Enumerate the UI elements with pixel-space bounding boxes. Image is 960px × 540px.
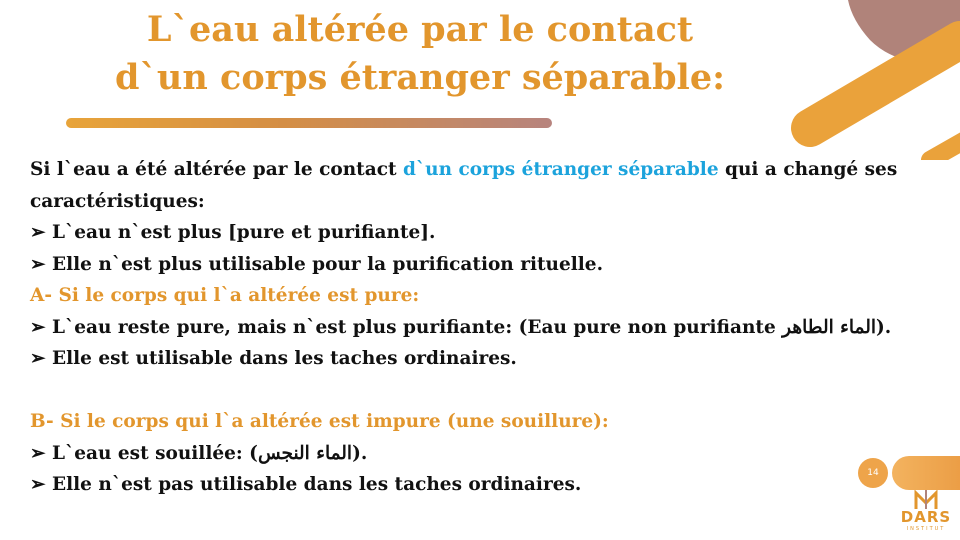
logo-subtext: INSTITUT bbox=[906, 526, 946, 532]
bullet-item: ➢ Elle n`est pas utilisable dans les tach… bbox=[30, 469, 940, 501]
bullet-item: ➢ L`eau n`est plus [pure et purifiante]. bbox=[30, 217, 940, 249]
intro-highlight: d`un corps étranger séparable bbox=[402, 159, 719, 180]
bullet-text: Elle est utilisable dans les taches ordi… bbox=[52, 348, 517, 369]
intro-line-2: caractéristiques: bbox=[30, 190, 205, 212]
case-b-heading: B- Si le corps qui l`a altérée est impur… bbox=[30, 411, 609, 432]
bullet-arrow-icon: ➢ bbox=[30, 316, 46, 338]
bullet-text: L`eau est souillée: (الماء النجس). bbox=[52, 442, 368, 464]
bullet-arrow-icon: ➢ bbox=[30, 222, 46, 243]
page-title: L`eau altérée par le contact d`un corps … bbox=[0, 6, 840, 102]
slide-body: Si l`eau a été altérée par le contact d`… bbox=[30, 154, 940, 501]
bullet-item: ➢ Elle n`est plus utilisable pour la puri… bbox=[30, 249, 940, 281]
bullet-arrow-icon: ➢ bbox=[30, 442, 46, 464]
logo-text: DARS bbox=[900, 508, 952, 526]
page-number-badge: 14 bbox=[858, 458, 888, 488]
page-bar bbox=[892, 456, 960, 490]
bullet-text: Elle n`est plus utilisable pour la purif… bbox=[52, 253, 604, 275]
title-line-1: L`eau altérée par le contact bbox=[146, 9, 694, 50]
title-underline bbox=[66, 118, 552, 128]
bullet-text: L`eau reste pure, mais n`est plus purifi… bbox=[52, 316, 892, 338]
intro-text-a: Si l`eau a été altérée par le contact bbox=[30, 159, 403, 180]
logo-mark-icon bbox=[914, 490, 938, 509]
title-line-2: d`un corps étranger séparable: bbox=[114, 57, 726, 98]
intro-line: Si l`eau a été altérée par le contact d`… bbox=[30, 154, 940, 186]
bullet-item: ➢ Elle est utilisable dans les taches ord… bbox=[30, 343, 940, 375]
case-a-heading: A- Si le corps qui l`a altérée est pure: bbox=[30, 285, 420, 306]
bullet-text: L`eau n`est plus [pure et purifiante]. bbox=[52, 222, 436, 243]
dars-logo: DARS INSTITUT bbox=[896, 490, 956, 538]
intro-text-b: qui a changé ses bbox=[718, 159, 898, 180]
bullet-arrow-icon: ➢ bbox=[30, 474, 46, 495]
bullet-text: Elle n`est pas utilisable dans les tache… bbox=[52, 474, 582, 495]
bullet-arrow-icon: ➢ bbox=[30, 348, 46, 369]
bullet-item: ➢ L`eau reste pure, mais n`est plus purif… bbox=[30, 312, 940, 344]
bullet-arrow-icon: ➢ bbox=[30, 253, 46, 275]
bullet-item: ➢ L`eau est souillée: (الماء النجس). bbox=[30, 438, 940, 470]
